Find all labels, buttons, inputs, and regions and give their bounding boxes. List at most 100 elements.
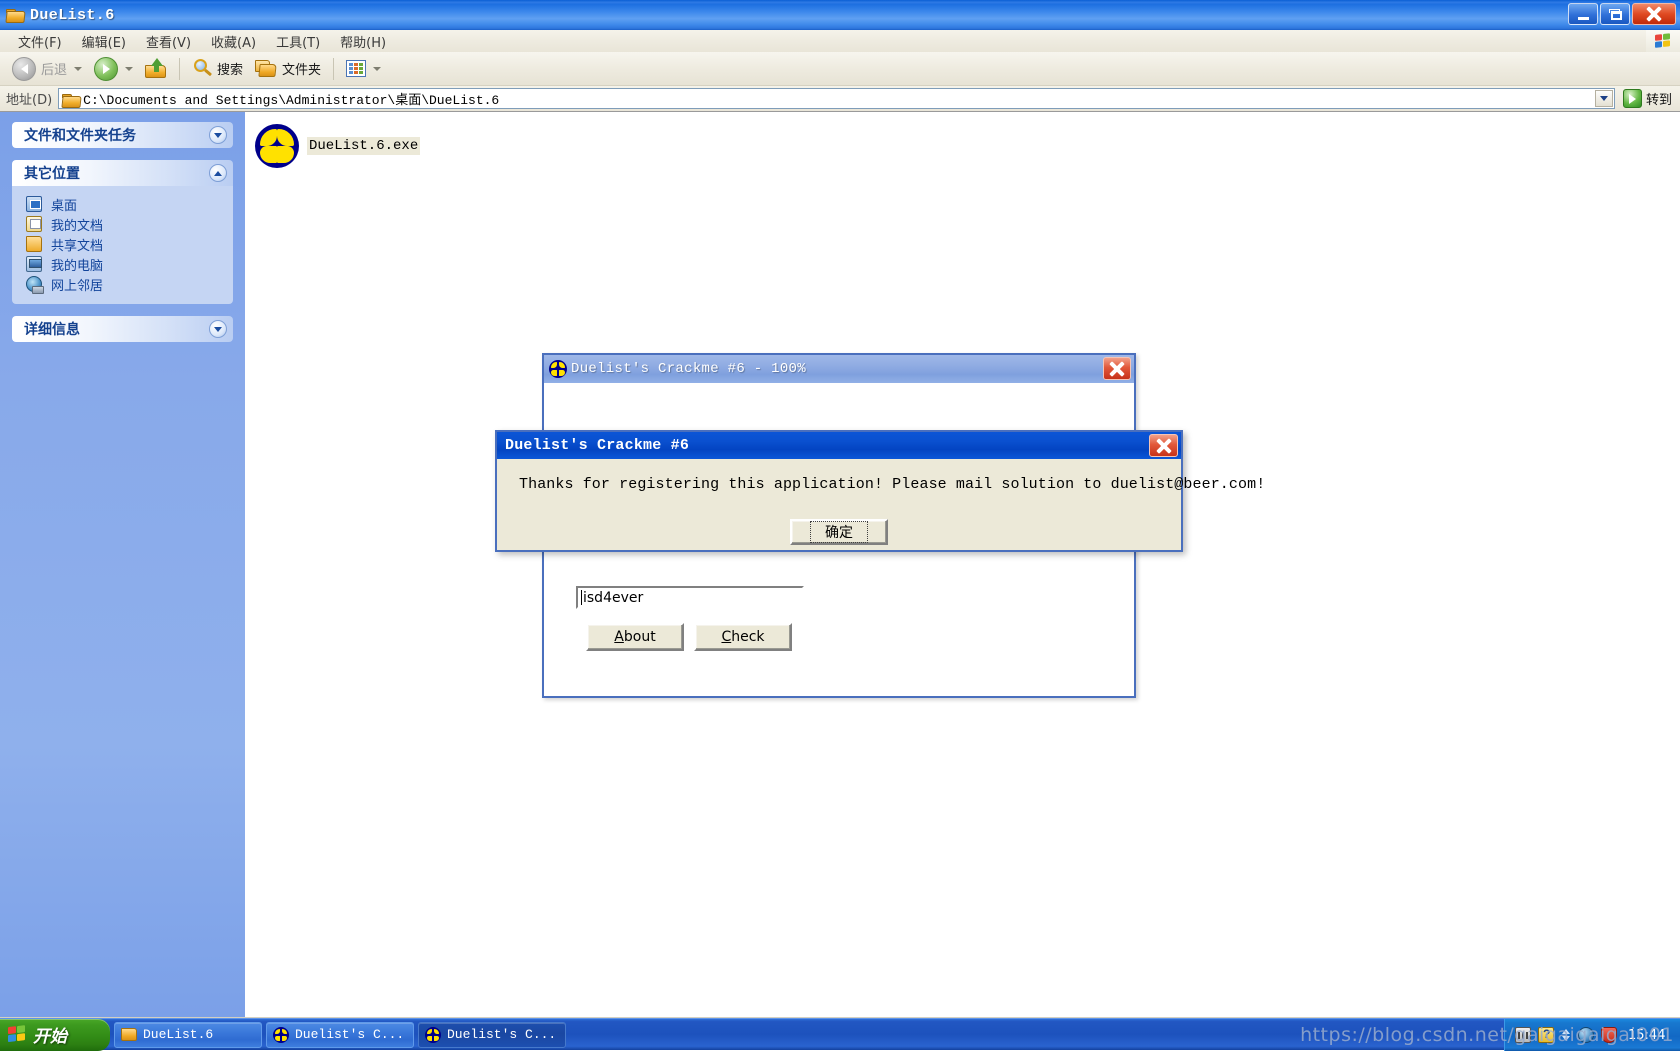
- forward-button[interactable]: [88, 55, 139, 83]
- close-button[interactable]: [1149, 434, 1178, 457]
- sidebar-item-my-documents[interactable]: 我的文档: [26, 214, 227, 234]
- toolbar-separator: [179, 58, 180, 80]
- address-label: 地址(D): [6, 89, 52, 108]
- folders-button[interactable]: 文件夹: [249, 55, 327, 83]
- clock[interactable]: 15:44: [1628, 1028, 1665, 1043]
- chevron-down-icon: [373, 67, 381, 71]
- forward-arrow-icon: [94, 57, 118, 81]
- ok-button[interactable]: 确定: [790, 519, 888, 545]
- start-button-label: 开始: [33, 1022, 67, 1047]
- go-button-label: 转到: [1646, 89, 1672, 108]
- caption-buttons: [1568, 3, 1676, 25]
- up-folder-icon: [145, 59, 167, 78]
- address-value: C:\Documents and Settings\Administrator\…: [83, 89, 499, 108]
- crackme-titlebar[interactable]: Duelist's Crackme #6 - 100%: [544, 355, 1134, 383]
- explorer-toolbar: 后退 搜索 文件夹: [0, 52, 1680, 86]
- window-title: DueList.6: [30, 7, 115, 24]
- views-button[interactable]: [340, 55, 387, 83]
- text-caret: [581, 590, 582, 605]
- windows-logo-icon: [8, 1025, 27, 1044]
- network-icon[interactable]: [1578, 1027, 1594, 1043]
- up-button[interactable]: [139, 55, 173, 83]
- start-button[interactable]: 开始: [0, 1019, 110, 1051]
- menu-item-view[interactable]: 查看(V): [136, 30, 201, 53]
- sidebar-panel-body: 桌面 我的文档 共享文档 我的电脑: [12, 186, 233, 304]
- about-button-label: About: [614, 629, 655, 645]
- message-box-title: Duelist's Crackme #6: [505, 437, 689, 454]
- menu-item-favorites[interactable]: 收藏(A): [201, 30, 266, 53]
- taskbar-item-duelist-folder[interactable]: DueList.6: [114, 1022, 262, 1048]
- menu-item-tools[interactable]: 工具(T): [266, 30, 330, 53]
- sidebar-panel-other-places: 其它位置 桌面 我的文档 共享文档: [12, 160, 233, 304]
- folder-icon: [6, 7, 24, 23]
- shield-icon[interactable]: [1601, 1027, 1617, 1043]
- taskbar: 开始 DueList.6 Duelist's C... Duelist's C.…: [0, 1018, 1680, 1050]
- sidebar-item-network-places[interactable]: 网上邻居: [26, 274, 227, 294]
- taskbar-item-crackme-1[interactable]: Duelist's C...: [266, 1022, 414, 1048]
- exe-flower-icon: [549, 360, 567, 378]
- go-arrow-icon: [1623, 89, 1642, 108]
- chevron-down-icon[interactable]: [209, 320, 227, 338]
- sidebar-item-label: 我的文档: [51, 215, 103, 234]
- chevron-down-icon: [125, 67, 133, 71]
- message-box-body: Thanks for registering this application!…: [497, 459, 1181, 550]
- close-button[interactable]: [1103, 357, 1131, 380]
- menu-item-edit[interactable]: 编辑(E): [72, 30, 136, 53]
- notes-icon[interactable]: [1538, 1027, 1554, 1043]
- menu-item-file[interactable]: 文件(F): [8, 30, 72, 53]
- crackme-window-title: Duelist's Crackme #6 - 100%: [571, 361, 806, 377]
- serial-input[interactable]: isd4ever: [576, 586, 804, 609]
- views-icon: [346, 60, 366, 77]
- sidebar-item-label: 桌面: [51, 195, 77, 214]
- back-arrow-icon: [12, 57, 36, 81]
- check-button-label: Check: [721, 629, 764, 645]
- sidebar-item-label: 网上邻居: [51, 275, 103, 294]
- check-button[interactable]: Check: [694, 623, 792, 651]
- search-icon: [192, 59, 212, 78]
- keyboard-icon[interactable]: [1515, 1027, 1531, 1043]
- go-button[interactable]: 转到: [1615, 89, 1680, 108]
- exe-flower-icon: [273, 1027, 289, 1043]
- ok-button-label: 确定: [810, 521, 868, 543]
- exe-flower-icon: [255, 124, 299, 168]
- taskbar-item-label: Duelist's C...: [447, 1027, 556, 1042]
- explorer-sidebar: 文件和文件夹任务 其它位置 桌面 我的文档: [0, 112, 245, 1017]
- my-documents-icon: [26, 216, 42, 232]
- folders-button-label: 文件夹: [282, 59, 321, 78]
- address-input[interactable]: C:\Documents and Settings\Administrator\…: [58, 88, 1615, 109]
- taskbar-item-label: Duelist's C...: [295, 1027, 404, 1042]
- back-button[interactable]: 后退: [6, 55, 88, 83]
- minimize-button[interactable]: [1568, 3, 1598, 25]
- sidebar-panel-header[interactable]: 详细信息: [12, 316, 233, 342]
- updown-icon[interactable]: [1561, 1027, 1571, 1043]
- taskbar-item-crackme-2[interactable]: Duelist's C...: [418, 1022, 566, 1048]
- address-dropdown-button[interactable]: [1595, 90, 1613, 107]
- menu-item-help[interactable]: 帮助(H): [330, 30, 396, 53]
- folder-icon: [121, 1028, 137, 1041]
- chevron-up-icon[interactable]: [209, 164, 227, 182]
- maximize-button[interactable]: [1600, 3, 1630, 25]
- sidebar-panel-header[interactable]: 文件和文件夹任务: [12, 122, 233, 148]
- close-button[interactable]: [1632, 3, 1676, 25]
- chevron-down-icon: [74, 67, 82, 71]
- network-places-icon: [26, 276, 42, 292]
- message-box: Duelist's Crackme #6 Thanks for register…: [495, 430, 1183, 552]
- file-name-label: DueList.6.exe: [307, 137, 420, 155]
- search-button-label: 搜索: [217, 59, 243, 78]
- sidebar-panel-header[interactable]: 其它位置: [12, 160, 233, 186]
- sidebar-item-my-computer[interactable]: 我的电脑: [26, 254, 227, 274]
- sidebar-panel-details: 详细信息: [12, 316, 233, 342]
- toolbar-separator: [333, 58, 334, 80]
- sidebar-panel-title: 其它位置: [24, 163, 80, 183]
- sidebar-item-desktop[interactable]: 桌面: [26, 194, 227, 214]
- back-button-label: 后退: [41, 59, 67, 78]
- windows-logo-icon: [1646, 30, 1680, 52]
- about-button[interactable]: About: [586, 623, 684, 651]
- my-computer-icon: [26, 256, 42, 272]
- exe-flower-icon: [425, 1027, 441, 1043]
- sidebar-item-shared-documents[interactable]: 共享文档: [26, 234, 227, 254]
- list-item[interactable]: DueList.6.exe: [255, 124, 425, 168]
- chevron-down-icon[interactable]: [209, 126, 227, 144]
- message-box-titlebar[interactable]: Duelist's Crackme #6: [497, 432, 1181, 459]
- search-button[interactable]: 搜索: [186, 55, 249, 83]
